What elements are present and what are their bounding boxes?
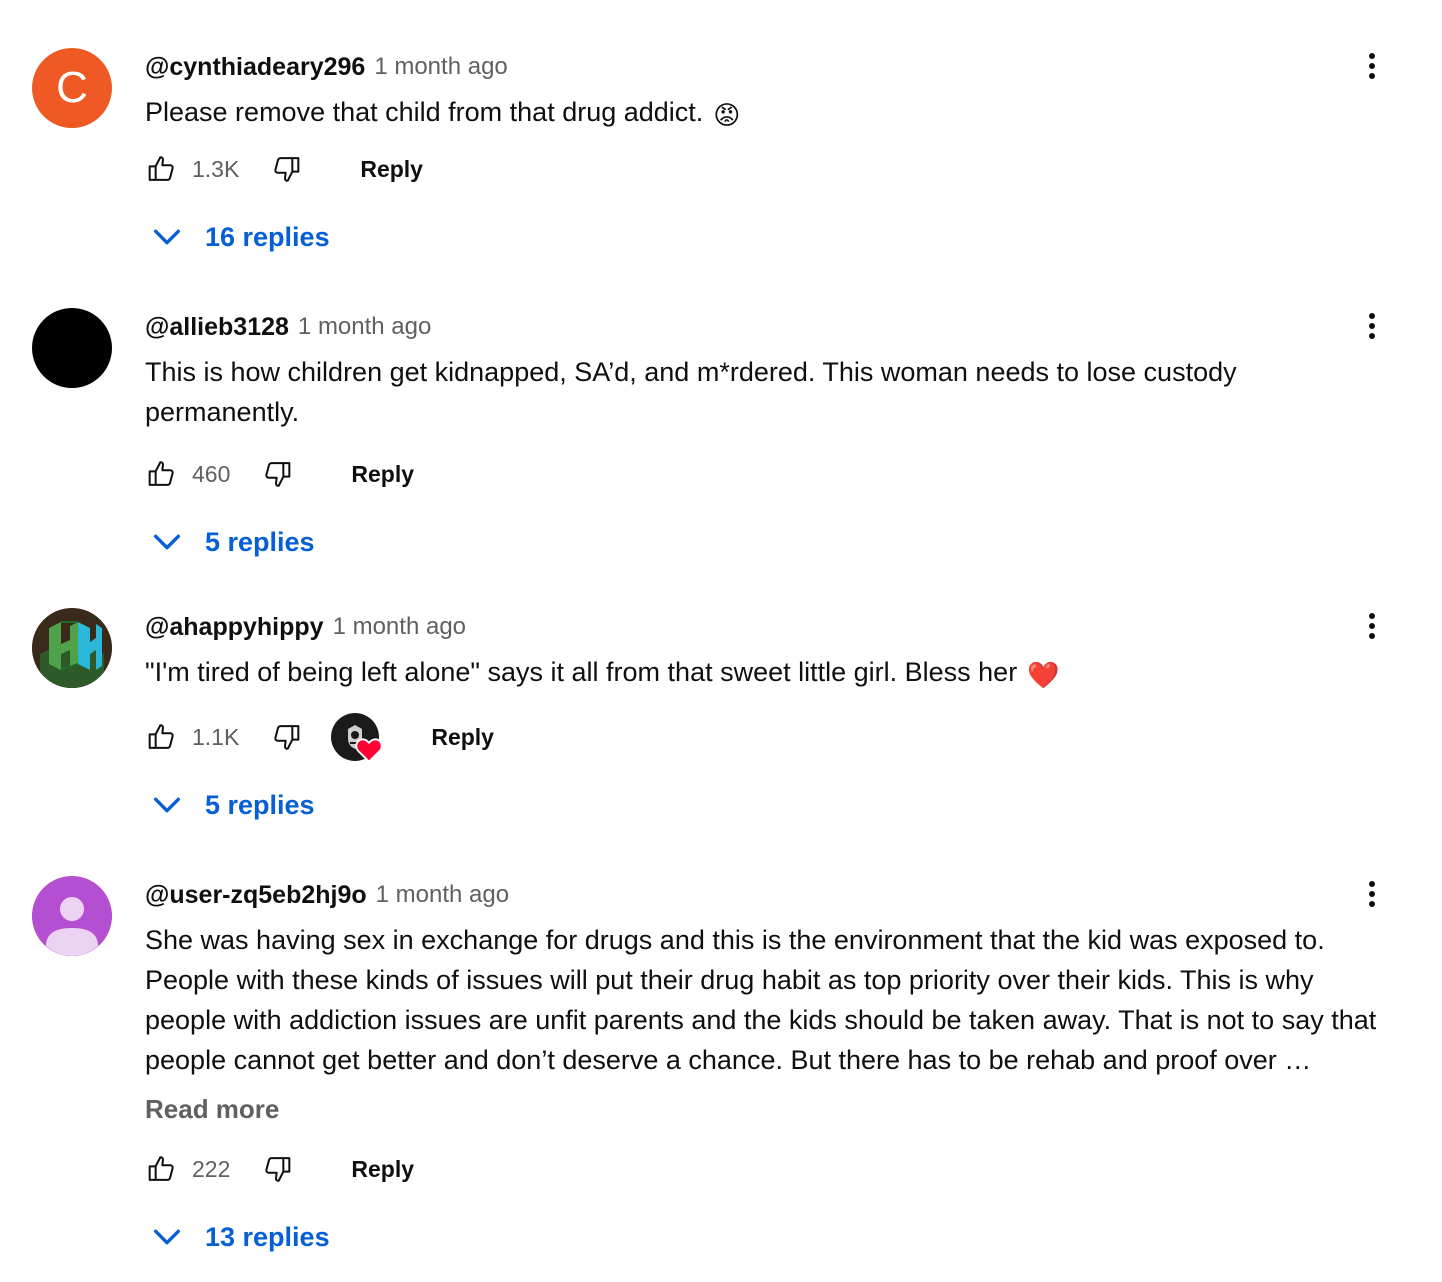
creator-heart-badge xyxy=(331,713,383,763)
comment-time[interactable]: 1 month ago xyxy=(376,881,509,909)
comment-text: She was having sex in exchange for drugs… xyxy=(145,925,1377,1075)
comment-menu-button[interactable] xyxy=(1350,872,1394,916)
avatar[interactable] xyxy=(32,876,112,956)
comment-header: @user-zq5eb2hj9o 1 month ago xyxy=(145,876,1385,914)
chevron-down-icon xyxy=(150,220,184,254)
avatar[interactable] xyxy=(32,608,112,688)
reply-button[interactable]: Reply xyxy=(431,724,494,751)
default-user-avatar-icon xyxy=(32,876,112,956)
dislike-button[interactable] xyxy=(271,153,303,185)
comment-header: @allieb3128 1 month ago xyxy=(145,308,1385,346)
chevron-down-icon xyxy=(150,525,184,559)
comment-body: @user-zq5eb2hj9o 1 month ago She was hav… xyxy=(145,876,1385,1259)
comment-time[interactable]: 1 month ago xyxy=(298,313,431,341)
thumb-down-icon xyxy=(271,153,303,185)
comment-menu-button[interactable] xyxy=(1350,304,1394,348)
like-count: 460 xyxy=(192,460,231,487)
comment-actions: 1.3K Reply xyxy=(145,145,1385,193)
reply-button[interactable]: Reply xyxy=(351,1156,414,1183)
red-heart-emoji: ❤️ xyxy=(1027,660,1060,690)
chevron-down-icon xyxy=(150,788,184,822)
like-count: 222 xyxy=(192,1155,231,1182)
comment-time[interactable]: 1 month ago xyxy=(374,53,507,81)
avatar[interactable]: C xyxy=(32,48,112,128)
reply-button[interactable]: Reply xyxy=(351,461,414,488)
thumb-up-icon xyxy=(145,153,177,185)
comment-body: @ahappyhippy 1 month ago "I'm tired of b… xyxy=(145,608,1385,827)
like-button[interactable] xyxy=(145,721,177,753)
comment-author[interactable]: @allieb3128 xyxy=(145,313,289,342)
thumb-down-icon xyxy=(262,1153,294,1185)
comment-header: @cynthiadeary296 1 month ago xyxy=(145,48,1385,86)
comment-author[interactable]: @cynthiadeary296 xyxy=(145,53,365,82)
dislike-button[interactable] xyxy=(271,721,303,753)
comment-menu-button[interactable] xyxy=(1350,44,1394,88)
comment-menu-button[interactable] xyxy=(1350,604,1394,648)
comment-text-content: "I'm tired of being left alone" says it … xyxy=(145,657,1018,687)
more-vert-icon xyxy=(1357,309,1387,343)
comment-actions: 222 Reply xyxy=(145,1145,1385,1193)
more-vert-icon xyxy=(1357,609,1387,643)
view-replies-button[interactable]: 5 replies xyxy=(150,783,1385,827)
comment-time[interactable]: 1 month ago xyxy=(333,613,466,641)
comment-header: @ahappyhippy 1 month ago xyxy=(145,608,1385,646)
replies-count-label: 5 replies xyxy=(205,789,315,820)
comment-author[interactable]: @user-zq5eb2hj9o xyxy=(145,881,367,910)
replies-count-label: 16 replies xyxy=(205,221,330,252)
comment-text-content: Please remove that child from that drug … xyxy=(145,97,704,127)
avatar-letter: C xyxy=(56,63,88,112)
like-button[interactable] xyxy=(145,1153,177,1185)
thumb-up-icon xyxy=(145,721,177,753)
dislike-button[interactable] xyxy=(262,1153,294,1185)
like-count: 1.1K xyxy=(192,723,240,750)
comment-actions: 460 Reply xyxy=(145,450,1385,498)
like-count: 1.3K xyxy=(192,155,240,182)
read-more-button[interactable]: Read more xyxy=(145,1094,1385,1125)
comment-text: Please remove that child from that drug … xyxy=(145,92,1385,135)
dislike-button[interactable] xyxy=(262,458,294,490)
view-replies-button[interactable]: 5 replies xyxy=(150,520,1385,564)
chevron-down-icon xyxy=(150,1220,184,1254)
thumb-up-icon xyxy=(145,1153,177,1185)
view-replies-button[interactable]: 16 replies xyxy=(150,215,1385,259)
comment-author[interactable]: @ahappyhippy xyxy=(145,613,324,642)
like-button[interactable] xyxy=(145,153,177,185)
thumb-up-icon xyxy=(145,458,177,490)
replies-count-label: 5 replies xyxy=(205,526,315,557)
angry-emoji: 😡 xyxy=(713,100,741,130)
more-vert-icon xyxy=(1357,877,1387,911)
thumb-down-icon xyxy=(271,721,303,753)
view-replies-button[interactable]: 13 replies xyxy=(150,1215,1385,1259)
comment-text: "I'm tired of being left alone" says it … xyxy=(145,652,1385,695)
thumb-down-icon xyxy=(262,458,294,490)
reply-button[interactable]: Reply xyxy=(360,156,423,183)
comment-body: @allieb3128 1 month ago This is how chil… xyxy=(145,308,1385,564)
hh-logo-avatar-icon xyxy=(32,608,112,688)
comment-body: @cynthiadeary296 1 month ago Please remo… xyxy=(145,48,1385,259)
more-vert-icon xyxy=(1357,49,1387,83)
comment-actions: 1.1K Reply xyxy=(145,713,1385,763)
avatar[interactable] xyxy=(32,308,112,388)
comment-text: This is how children get kidnapped, SA’d… xyxy=(145,357,1237,427)
creator-heart-icon xyxy=(355,738,383,763)
like-button[interactable] xyxy=(145,458,177,490)
replies-count-label: 13 replies xyxy=(205,1221,330,1252)
